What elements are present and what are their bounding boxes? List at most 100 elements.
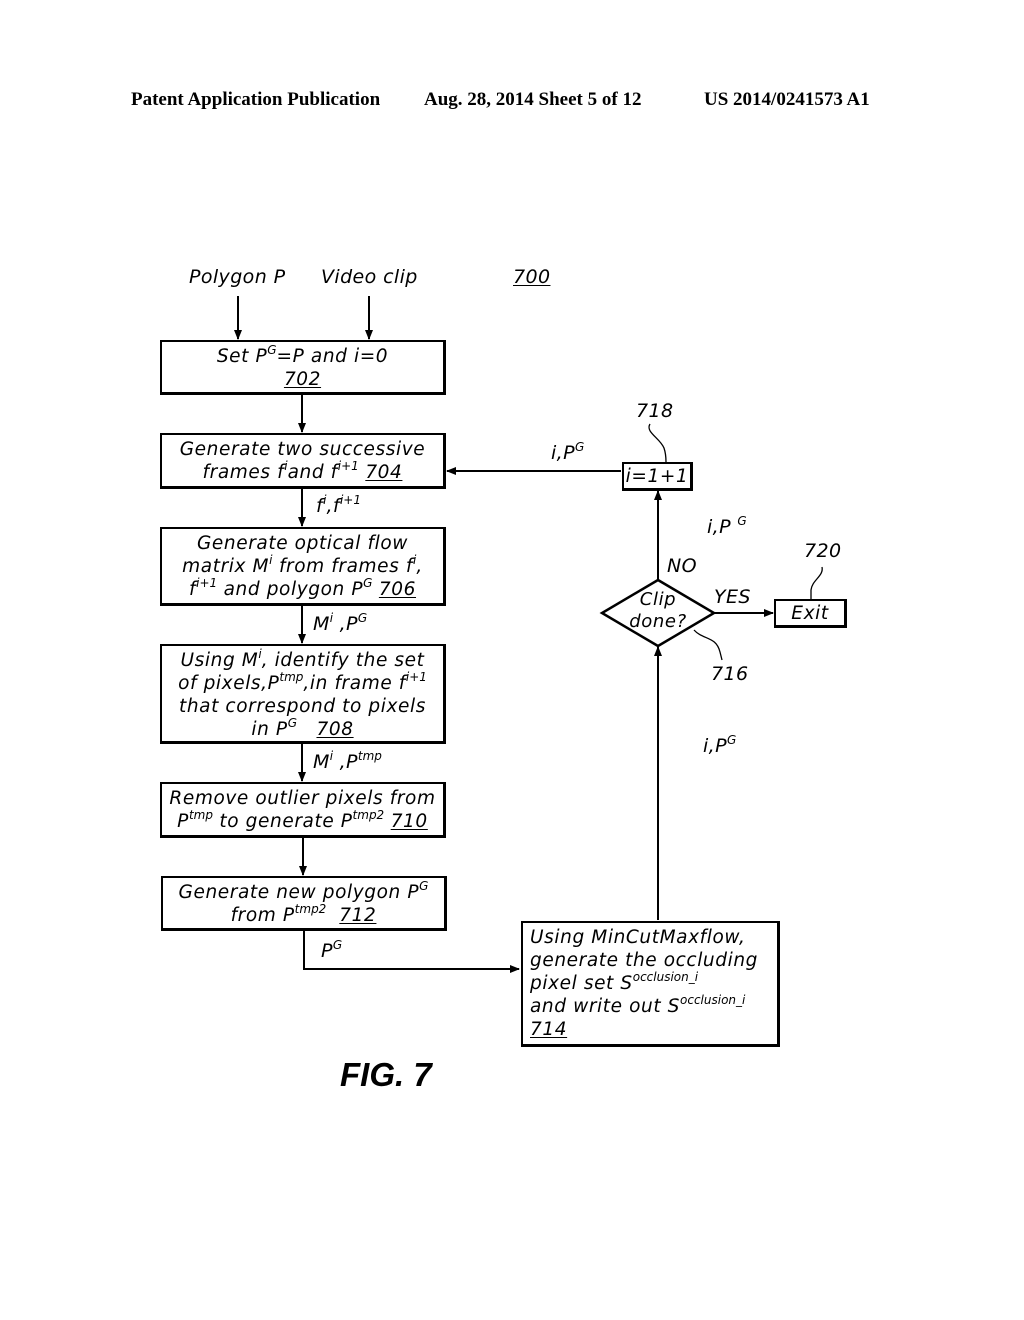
step-box-702: Set PG=P and i=0 702: [160, 340, 446, 395]
step-714-line2: generate the occluding: [530, 950, 759, 971]
step-712-text: from P: [230, 905, 295, 926]
edge-label-yes: YES: [714, 586, 751, 608]
step-716-ref: 716: [711, 663, 749, 685]
superscript: G: [357, 611, 368, 625]
superscript: tmp2: [352, 808, 385, 822]
step-718-ref: 718: [636, 400, 674, 422]
step-714-ref: 714: [530, 1019, 568, 1040]
superscript: G: [574, 440, 585, 454]
superscript: occlusion_i: [680, 993, 746, 1007]
superscript: tmp: [188, 808, 213, 822]
edge-label-714-716: i,PG: [703, 734, 736, 756]
step-708-text: , identify the set: [261, 650, 425, 671]
edge-label-704-706: fi,fi+1: [316, 494, 361, 517]
figure-ref-label: 700: [513, 266, 551, 288]
edge-text: i,P: [707, 516, 738, 538]
step-702-text-b: =P and i=0: [276, 346, 389, 367]
step-712-text: Generate new polygon P: [178, 882, 420, 903]
superscript: i+1: [339, 493, 361, 507]
step-box-710: Remove outlier pixels from Ptmp to gener…: [160, 782, 446, 838]
superscript: i: [323, 493, 327, 507]
decision-716-line1: Clip: [639, 589, 677, 610]
edge-text: ,P: [333, 751, 358, 773]
step-706-ref: 706: [378, 579, 417, 600]
step-720-ref: 720: [804, 540, 842, 562]
input-video-label: Video clip: [321, 266, 418, 288]
edge-label-718-704: i,PG: [551, 441, 584, 464]
flowchart-connectors: [234, 296, 823, 973]
step-704-line1: Generate two successive: [179, 439, 426, 460]
superscript: i+1: [337, 459, 359, 473]
step-708-ref: 708: [316, 719, 354, 740]
leader-line-720: [810, 566, 823, 599]
decision-716-line2: done?: [629, 611, 687, 632]
step-box-712: Generate new polygon PG from Ptmp2 712: [161, 876, 447, 931]
superscript: tmp: [357, 749, 382, 763]
step-708-text: of pixels,P: [178, 673, 280, 694]
superscript: occlusion_i: [632, 970, 699, 984]
step-708-text: Using M: [180, 650, 259, 671]
step-714-line4: and write out Socclusion_i: [530, 993, 746, 1020]
step-706-text: ,: [416, 556, 423, 577]
superscript: G: [419, 879, 429, 893]
superscript: tmp: [279, 670, 304, 684]
step-702-ref: 702: [283, 369, 322, 390]
step-710-line1: Remove outlier pixels from: [169, 788, 436, 809]
step-718-text: i=1+1: [625, 466, 689, 487]
edge-text: M: [313, 613, 330, 635]
superscript: i: [329, 611, 334, 625]
step-708-text: ,in frame f: [303, 673, 406, 694]
step-box-706: Generate optical flow matrix Mi from fra…: [160, 527, 446, 606]
superscript: G: [737, 514, 747, 528]
edge-text: ,f: [326, 495, 340, 517]
step-box-714: Using MinCutMaxflow, generate the occlud…: [521, 921, 780, 1047]
step-710-text: P: [177, 811, 189, 832]
edge-label-716-718: i,P G: [707, 515, 747, 538]
superscript: G: [287, 716, 298, 730]
edge-text: P: [321, 940, 333, 962]
superscript: i: [284, 459, 288, 473]
figure-caption: FIG. 7: [340, 1056, 432, 1093]
superscript: G: [332, 938, 343, 952]
edge-label-706-708: Mi ,PG: [313, 612, 367, 635]
superscript: G: [267, 343, 277, 357]
step-704-ref: 704: [365, 462, 403, 483]
step-712-ref: 712: [339, 905, 377, 926]
step-box-704: Generate two successive frames fiand fi+…: [160, 433, 446, 489]
superscript: i: [258, 647, 262, 661]
step-710-text: to generate P: [212, 811, 353, 832]
step-712-line2: from Ptmp2 712: [163, 902, 444, 929]
edge-text: i,P: [551, 442, 575, 464]
step-708-line3: that correspond to pixels: [178, 696, 427, 717]
step-704-line2: frames fiand fi+1 704: [162, 459, 443, 486]
step-box-718: i=1+1: [622, 462, 693, 491]
step-708-line2: of pixels,Ptmp,in frame fi+1: [162, 670, 443, 697]
step-box-720-exit: Exit: [774, 599, 847, 628]
step-714-text: and write out S: [530, 996, 680, 1017]
input-polygon-label: Polygon P: [189, 266, 286, 288]
superscript: i+1: [196, 576, 218, 590]
decision-716-text: Clip done?: [602, 589, 714, 633]
step-714-text: pixel set S: [530, 973, 633, 994]
step-702-text-a: Set P: [216, 346, 268, 367]
edge-text: ,P: [333, 613, 358, 635]
superscript: i: [412, 553, 417, 567]
superscript: i+1: [405, 670, 427, 684]
edge-text: M: [313, 751, 330, 773]
edge-label-708-710: Mi ,Ptmp: [313, 750, 382, 773]
step-704-text-a: frames f: [202, 462, 285, 483]
superscript: tmp2: [294, 902, 327, 916]
step-706-line3: fi+1 and polygon PG 706: [162, 576, 443, 603]
exit-text: Exit: [791, 603, 829, 624]
leader-line-718: [648, 423, 667, 463]
step-702-text: Set PG=P and i=0: [162, 343, 443, 370]
edge-label-no: NO: [667, 555, 697, 577]
superscript: i: [329, 749, 334, 763]
leader-line-716: [693, 629, 723, 661]
step-box-708: Using Mi, identify the set of pixels,Ptm…: [160, 644, 446, 744]
step-706-line1: Generate optical flow: [197, 533, 408, 554]
step-706-text: and polygon P: [217, 579, 364, 600]
step-706-text: from frames f: [272, 556, 413, 577]
edge-label-712-714: PG: [321, 939, 342, 962]
step-710-ref: 710: [390, 811, 428, 832]
